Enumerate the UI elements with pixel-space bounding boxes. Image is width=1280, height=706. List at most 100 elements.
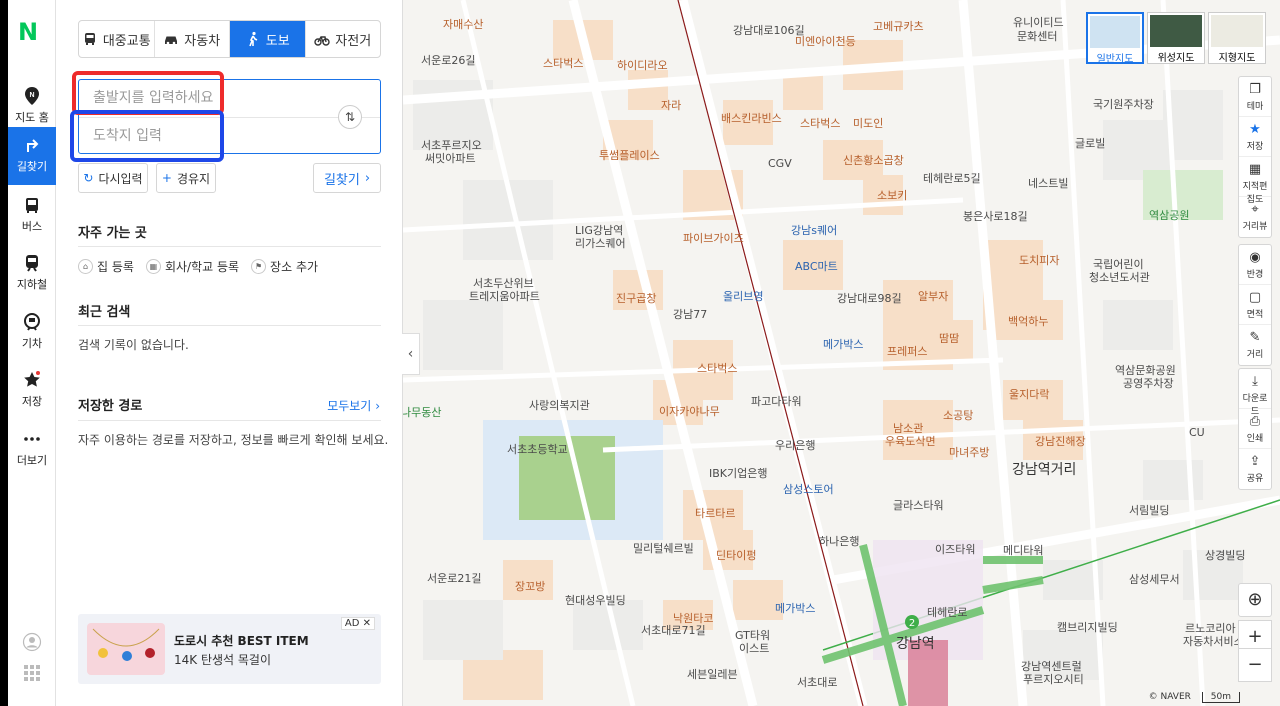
map-label[interactable]: 강남역 — [896, 633, 935, 653]
map-label[interactable]: 청소년도서관 — [1089, 269, 1150, 285]
map-label[interactable]: 밀리털쉐르빌 — [633, 540, 694, 556]
map-label[interactable]: 진구곱창 — [616, 290, 656, 306]
map-label[interactable]: 도치피자 — [1019, 252, 1059, 268]
map-label[interactable]: 이자카야나무 — [659, 403, 720, 419]
map-label[interactable]: 장꼬방 — [515, 578, 545, 594]
map-label[interactable]: 국기원주차장 — [1093, 96, 1154, 112]
map-label[interactable]: 프레퍼스 — [887, 343, 927, 359]
tab-transit[interactable]: 대중교통 — [79, 21, 155, 57]
map-label[interactable]: 백억하누 — [1008, 313, 1048, 329]
map-label[interactable]: 스타벅스 — [697, 360, 737, 376]
tab-car[interactable]: 자동차 — [155, 21, 230, 57]
map-label[interactable]: 서림빌딩 — [1129, 502, 1169, 518]
map-label[interactable]: 역삼공원 — [1149, 207, 1189, 223]
map-label[interactable]: 투썸플레이스 — [599, 147, 660, 163]
map-label[interactable]: 소공탕 — [943, 407, 973, 423]
rail-subway[interactable]: 지하철 — [8, 245, 56, 303]
map-label[interactable]: 알부자 — [918, 288, 948, 304]
reset-button[interactable]: ↻ 다시입력 — [78, 163, 148, 193]
map-label[interactable]: 하이디라오 — [617, 57, 668, 73]
theme-tool[interactable]: ❐ 테마 — [1239, 77, 1271, 117]
map-label[interactable]: 타르타르 — [695, 505, 735, 521]
map-label[interactable]: 서초대로71길 — [641, 622, 706, 638]
map-label[interactable]: 나무동산 — [403, 404, 441, 420]
map-label[interactable]: 테헤란로 — [927, 604, 967, 620]
map-label[interactable]: 올리브영 — [723, 288, 763, 304]
map-label[interactable]: 봉은사로18길 — [963, 208, 1028, 224]
map-label[interactable]: 사랑의복지관 — [529, 397, 590, 413]
map-label[interactable]: 서운로21길 — [427, 570, 481, 586]
add-waypoint-button[interactable]: + 경유지 — [156, 163, 216, 193]
map-label[interactable]: 자동차서비스 — [1183, 633, 1244, 649]
map-label[interactable]: 메가박스 — [823, 336, 863, 352]
map-label[interactable]: 서운로26길 — [421, 52, 475, 68]
cadastral-tool[interactable]: ▦ 지적편집도 — [1239, 157, 1271, 205]
map-label[interactable]: ABC마트 — [795, 258, 838, 274]
apps-grid-button[interactable] — [8, 664, 56, 686]
map-label[interactable]: 강남s퀘어 — [791, 222, 837, 238]
map-label[interactable]: 울지다락 — [1009, 386, 1049, 402]
map-label[interactable]: 이즈타워 — [935, 541, 975, 557]
map-label[interactable]: 우리은행 — [775, 437, 815, 453]
chip-work-school[interactable]: ▦ 회사/학교 등록 — [145, 258, 239, 275]
map-label[interactable]: 딘타이펑 — [716, 547, 756, 563]
map-label[interactable]: 강남대로98길 — [837, 290, 902, 306]
distance-tool[interactable]: ✎ 거리 — [1239, 325, 1271, 365]
map-label[interactable]: 파고다타워 — [751, 393, 802, 409]
map-label[interactable]: 문화센터 — [1017, 28, 1057, 44]
map-label[interactable]: 마녀주방 — [949, 444, 989, 460]
map-label[interactable]: 상경빌딩 — [1205, 547, 1245, 563]
map-label[interactable]: 자라 — [661, 97, 681, 113]
map-label[interactable]: 네스트빌 — [1028, 175, 1068, 191]
print-tool[interactable]: ⎙ 인쇄 — [1239, 409, 1271, 449]
rail-bus[interactable]: 버스 — [8, 187, 56, 245]
zoom-out-button[interactable]: − — [1238, 648, 1272, 682]
tab-bicycle[interactable]: 자전거 — [306, 21, 381, 57]
map-label[interactable]: 땀땀 — [939, 330, 959, 346]
map-label[interactable]: 서초초등학교 — [507, 441, 568, 457]
rail-train[interactable]: 기차 — [8, 304, 56, 362]
map-type-terrain[interactable]: 지형지도 — [1208, 12, 1266, 64]
map-label[interactable]: 강남진해장 — [1035, 433, 1086, 449]
map-label[interactable]: 삼성세무서 — [1129, 571, 1180, 587]
map-label[interactable]: 메가박스 — [775, 600, 815, 616]
tab-walk[interactable]: 도보 — [230, 21, 306, 57]
share-tool[interactable]: ⇪ 공유 — [1239, 449, 1271, 489]
map-label[interactable]: 강남역거리 — [1012, 459, 1076, 479]
ad-banner[interactable]: 도로시 추천 BEST ITEM 14K 탄생석 목걸이 AD ✕ — [78, 614, 381, 684]
map-label[interactable]: 신촌황소곱창 — [843, 152, 904, 168]
collapse-panel-button[interactable]: ‹ — [402, 333, 420, 375]
map-label[interactable]: 써밋아파트 — [425, 150, 476, 166]
chip-add-place[interactable]: ⚑ 장소 추가 — [251, 258, 318, 275]
map-label[interactable]: IBK기업은행 — [709, 465, 767, 481]
street-view-tool[interactable]: ⌖ 거리뷰 — [1239, 197, 1271, 237]
map-label[interactable]: 소보키 — [877, 187, 907, 203]
save-tool[interactable]: ★ 저장 — [1239, 117, 1271, 157]
search-route-button[interactable]: 길찾기 › — [313, 163, 381, 193]
map-label[interactable]: 삼성스토어 — [783, 481, 834, 497]
map-label[interactable]: 고베규카츠 — [873, 18, 924, 34]
map-label[interactable]: 스타벅스 — [543, 55, 583, 71]
map-label[interactable]: 하나은행 — [819, 533, 859, 549]
map-label[interactable]: 트레지움아파트 — [469, 288, 540, 304]
map-label[interactable]: 서초대로 — [797, 674, 837, 690]
swap-direction-button[interactable]: ⇅ — [338, 105, 362, 129]
ad-badge[interactable]: AD ✕ — [340, 617, 375, 630]
chip-home[interactable]: ⌂ 집 등록 — [78, 258, 134, 275]
map-label[interactable]: 리가스퀘어 — [575, 235, 626, 251]
map-label[interactable]: 캠브리지빌딩 — [1057, 619, 1118, 635]
map-label[interactable]: 강남77 — [673, 306, 707, 322]
naver-logo[interactable]: N — [16, 18, 40, 46]
map-label[interactable]: 글라스타워 — [893, 497, 944, 513]
map-type-satellite[interactable]: 위성지도 — [1147, 12, 1205, 64]
area-tool[interactable]: ▢ 면적 — [1239, 285, 1271, 325]
map-label[interactable]: 푸르지오시티 — [1023, 671, 1084, 687]
rail-directions[interactable]: 길찾기 — [8, 127, 56, 185]
profile-button[interactable] — [8, 632, 56, 656]
map-label[interactable]: 공영주차장 — [1123, 375, 1174, 391]
map-label[interactable]: 현대성우빌딩 — [565, 592, 626, 608]
saved-view-all-link[interactable]: 모두보기 › — [327, 397, 380, 414]
my-location-button[interactable]: ⊕ — [1238, 583, 1272, 617]
map-label[interactable]: 미도인 — [853, 115, 883, 131]
radius-tool[interactable]: ◉ 반경 — [1239, 245, 1271, 285]
